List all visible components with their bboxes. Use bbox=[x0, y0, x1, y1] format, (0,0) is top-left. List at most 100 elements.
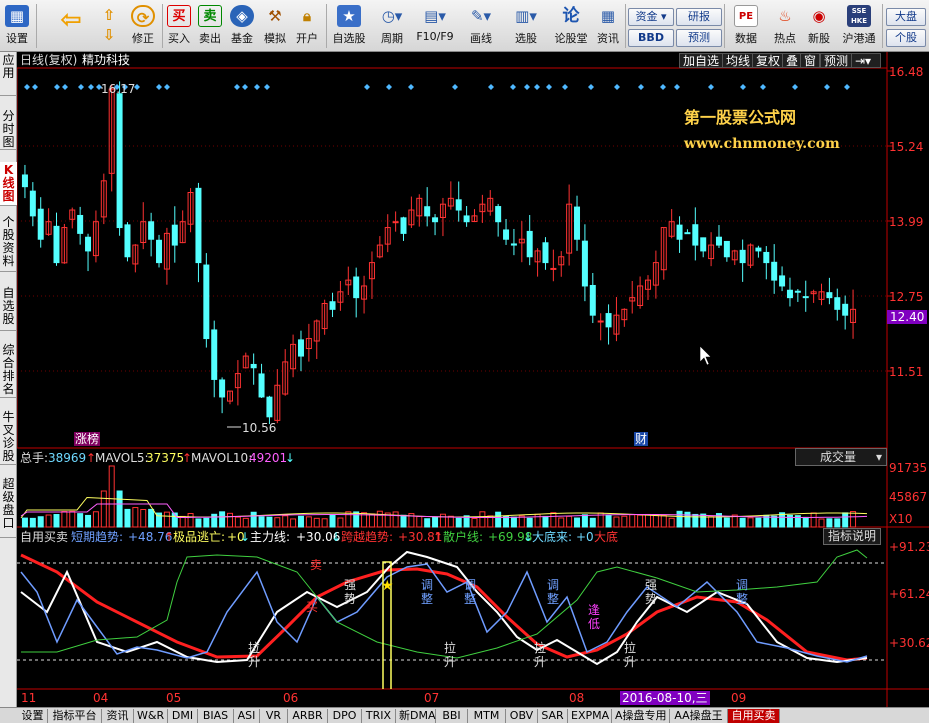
data-button[interactable]: PE 数据 bbox=[727, 2, 765, 50]
f10-button[interactable]: ▤▾ F10/F9 bbox=[413, 2, 457, 50]
indicator-tab[interactable]: ASI bbox=[234, 709, 260, 723]
signal-diamond bbox=[364, 84, 370, 90]
capital-button[interactable]: 资金 ▾ bbox=[628, 8, 674, 26]
ipo-button[interactable]: ◉ 新股 bbox=[804, 2, 834, 50]
date-axis-label: 05 bbox=[166, 691, 182, 705]
signal-diamond bbox=[760, 84, 766, 90]
moving-average-button[interactable]: 均线 bbox=[722, 53, 755, 68]
buy-button[interactable]: 买 买入 bbox=[165, 2, 193, 50]
mavol10-value: 49201 bbox=[249, 451, 288, 465]
signal-diamond bbox=[156, 84, 162, 90]
tab-kline[interactable]: K线图 bbox=[0, 162, 17, 206]
candle-body bbox=[148, 221, 155, 240]
indicator-tab[interactable]: DPO bbox=[328, 709, 362, 723]
volume-total-label: 总手: bbox=[20, 451, 49, 465]
arrow-right-icon: ⇥▾ bbox=[855, 54, 872, 68]
signal-diamond bbox=[24, 84, 30, 90]
indicator-axis-label: +30.62 bbox=[889, 636, 929, 650]
hk-connect-button[interactable]: SSE HKE 沪港通 bbox=[838, 2, 880, 50]
indicator-selector[interactable]: 成交量 ▾ bbox=[795, 448, 887, 466]
hotspot-button[interactable]: ♨ 热点 bbox=[768, 2, 802, 50]
adjust-price-button[interactable]: 复权 bbox=[752, 53, 785, 68]
indicator-tab[interactable]: 自用买卖 bbox=[728, 709, 780, 723]
add-watchlist-button[interactable]: 加自选 bbox=[679, 53, 724, 68]
tab-ranking[interactable]: 综合排名 bbox=[0, 342, 17, 398]
signal-label-pull-up: 拉升 bbox=[534, 641, 547, 669]
indicator-tab[interactable]: TRIX bbox=[362, 709, 396, 723]
volume-bar bbox=[274, 517, 281, 528]
indicator-tab[interactable]: DMI bbox=[168, 709, 198, 723]
indicator-tab[interactable]: W&R bbox=[134, 709, 168, 723]
indicator-tab[interactable]: AA操盘王 bbox=[670, 709, 728, 723]
indicator-tab[interactable]: 设置 bbox=[18, 709, 48, 723]
forecast-chart-button[interactable]: 预测 bbox=[820, 53, 853, 68]
ipo-icon: ◉ bbox=[812, 7, 826, 25]
indicator-tab[interactable]: BIAS bbox=[198, 709, 234, 723]
sell-button[interactable]: 卖 卖出 bbox=[196, 2, 224, 50]
tab-diagnosis[interactable]: 牛叉诊股 bbox=[0, 409, 17, 465]
indicator-tab[interactable]: SAR bbox=[538, 709, 568, 723]
forecast-button[interactable]: 预测 bbox=[676, 29, 722, 47]
candle-body bbox=[211, 329, 218, 380]
watermark-title: 第一股票公式网 bbox=[684, 108, 797, 127]
tab-watchlist[interactable]: 自选股 bbox=[0, 285, 17, 331]
limit-up-tag[interactable]: 涨榜 bbox=[74, 432, 101, 446]
overlay-button[interactable]: 叠 bbox=[782, 53, 803, 68]
signal-label-pull-up: 拉升 bbox=[624, 641, 637, 669]
big-bottom-label: 大底来: bbox=[532, 530, 573, 544]
tab-stock-profile[interactable]: 个股资料 bbox=[0, 214, 17, 272]
indicator-axis-label: +91.23 bbox=[889, 540, 929, 554]
volume-bar bbox=[455, 517, 462, 528]
arrow-up-icon: ⇧ bbox=[102, 6, 116, 24]
indicator-tab[interactable]: OBV bbox=[506, 709, 538, 723]
back-button[interactable]: ⇦ bbox=[56, 2, 86, 50]
fund-icon: ◈ bbox=[230, 5, 254, 27]
market-index-button[interactable]: 大盘 bbox=[886, 8, 926, 26]
simulate-button[interactable]: ⚒ 模拟 bbox=[260, 2, 290, 50]
grid-icon: ▦ bbox=[5, 5, 29, 27]
indicator-help-button[interactable]: 指标说明 bbox=[823, 528, 882, 545]
volume-bar bbox=[439, 513, 446, 528]
period-button[interactable]: ◷▾ 周期 bbox=[374, 2, 410, 50]
stock-picker-button[interactable]: ▥▾ 选股 bbox=[506, 2, 546, 50]
expand-panel-button[interactable]: ⇥▾ bbox=[851, 53, 881, 68]
crosshair-date-badge: 2016-08-10,三 bbox=[620, 691, 710, 705]
window-button[interactable]: 窗 bbox=[800, 53, 821, 68]
single-stock-button[interactable]: 个股 bbox=[886, 29, 926, 47]
indicator-tab[interactable]: 新DMA bbox=[396, 709, 436, 723]
tab-intraday[interactable]: 分时图 bbox=[0, 108, 17, 150]
indicator-tab[interactable]: ARBR bbox=[288, 709, 328, 723]
watchlist-button[interactable]: ★ 自选股 bbox=[328, 2, 370, 50]
indicator-tab[interactable]: MTM bbox=[468, 709, 506, 723]
indicator-tab[interactable]: 指标平台 bbox=[48, 709, 102, 723]
indicator-tab[interactable]: EXPMA bbox=[568, 709, 612, 723]
indicator-tab[interactable]: VR bbox=[260, 709, 288, 723]
refresh-button[interactable]: ⟳ 修正 bbox=[128, 2, 158, 50]
indicator-tab[interactable]: 资讯 bbox=[102, 709, 134, 723]
big-bottom-extra: 大底 bbox=[594, 530, 619, 544]
fund-button[interactable]: ◈ 基金 bbox=[227, 2, 257, 50]
forum-button[interactable]: 论 论股堂 bbox=[551, 2, 591, 50]
open-account-button[interactable]: 🔒︎ 开户 bbox=[292, 2, 322, 50]
volume-unit-label: X10 bbox=[889, 512, 913, 526]
finance-tag[interactable]: 财 bbox=[634, 432, 649, 446]
indicator-tab[interactable]: A操盘专用 bbox=[612, 709, 670, 723]
volume-bar bbox=[37, 516, 44, 528]
volume-bar bbox=[834, 518, 841, 528]
signal-diamond bbox=[164, 84, 170, 90]
tab-apps[interactable]: 应用 bbox=[0, 52, 17, 96]
draw-line-button[interactable]: ✎▾ 画线 bbox=[462, 2, 500, 50]
tab-order-book[interactable]: 超级盘口 bbox=[0, 476, 17, 538]
volume-bar bbox=[660, 514, 667, 528]
volume-bar bbox=[203, 517, 210, 528]
page-up-down-button[interactable]: ⇧ ⇩ bbox=[96, 2, 122, 50]
research-report-button[interactable]: 研报 bbox=[676, 8, 722, 26]
bbd-button[interactable]: BBD bbox=[628, 29, 674, 47]
volume-bar bbox=[589, 517, 596, 528]
indicator-tab[interactable]: BBI bbox=[436, 709, 468, 723]
signal-diamond bbox=[32, 84, 38, 90]
news-button[interactable]: ▦ 资讯 bbox=[593, 2, 623, 50]
volume-bar bbox=[45, 514, 52, 528]
candle-body bbox=[589, 284, 596, 316]
settings-button[interactable]: ▦ 设置 bbox=[2, 2, 32, 50]
